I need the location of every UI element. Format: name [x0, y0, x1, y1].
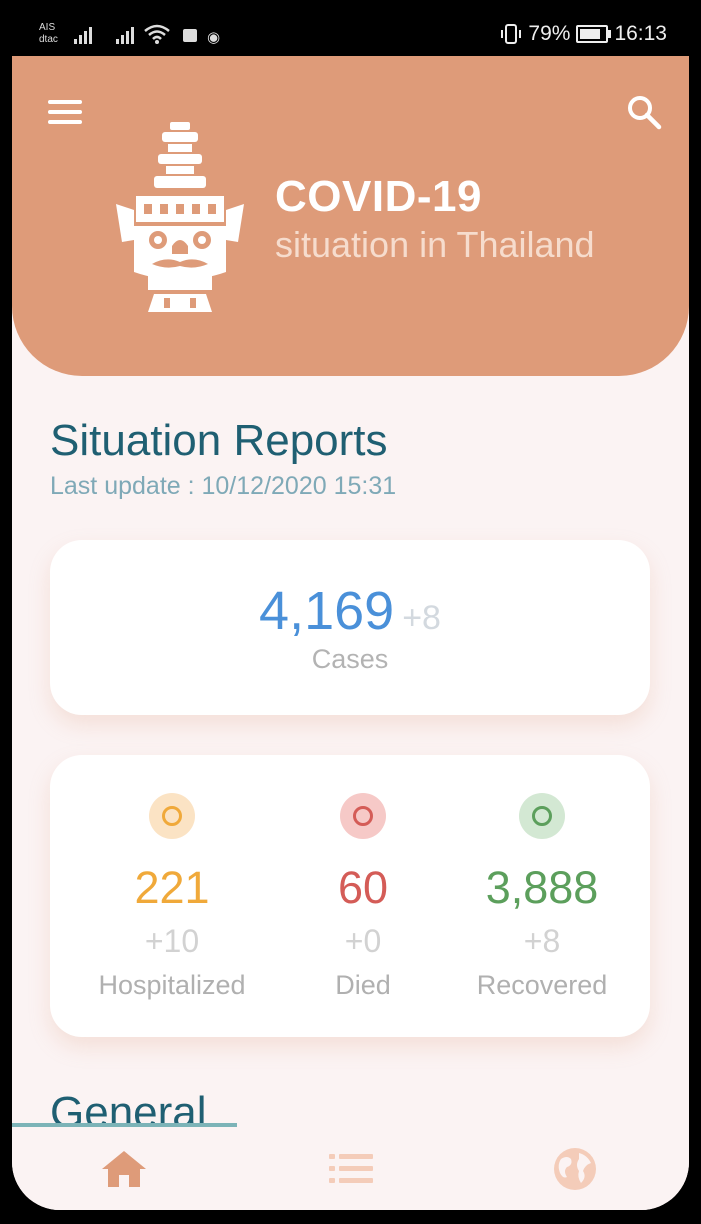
- cases-row: 4,169 +8: [50, 580, 650, 642]
- last-update-text: Last update : 10/12/2020 15:31: [50, 472, 397, 500]
- active-tab-indicator: [12, 1123, 237, 1127]
- section-title-situation-reports: Situation Reports: [50, 416, 388, 465]
- died-value: 60: [337, 862, 389, 913]
- signal-icon-2: [116, 26, 138, 44]
- home-icon: [102, 1151, 146, 1187]
- hospitalized-value: 221: [134, 862, 210, 913]
- stat-died: 60 +0 Died: [263, 755, 463, 1001]
- recovered-delta: +8: [523, 923, 561, 959]
- stat-recovered: 3,888 +8 Recovered: [442, 755, 642, 1001]
- list-icon: [329, 1154, 373, 1183]
- recovered-status-icon: [519, 793, 565, 839]
- clock: 16:13: [614, 22, 667, 45]
- cases-delta: +8: [402, 599, 441, 637]
- globe-icon: [554, 1148, 596, 1190]
- carrier-labels: AIS dtac: [39, 22, 58, 46]
- app-screen: AIS dtac ◉ 79% 16:13 COVID-19 situation …: [12, 0, 689, 1210]
- stat-hospitalized: 221 +10 Hospitalized: [72, 755, 272, 1001]
- giant-guardian-logo-icon: [116, 122, 244, 312]
- battery-percent: 79%: [528, 22, 571, 45]
- nav-global[interactable]: [545, 1144, 605, 1194]
- wifi-icon: [144, 24, 170, 44]
- cases-card: 4,169 +8 Cases: [50, 540, 650, 715]
- carrier-ais: AIS: [39, 22, 56, 33]
- stats-card: 221 +10 Hospitalized 60 +0 Died 3,888 +8…: [50, 755, 650, 1037]
- nav-list[interactable]: [321, 1144, 381, 1194]
- app-subtitle: situation in Thailand: [275, 224, 595, 265]
- vibrate-icon: [501, 24, 522, 44]
- app-header: COVID-19 situation in Thailand: [12, 56, 689, 376]
- signal-icon: [74, 26, 96, 44]
- hospitalized-status-icon: [149, 793, 195, 839]
- recovered-label: Recovered: [476, 970, 608, 1000]
- bottom-nav: [12, 1123, 689, 1210]
- app-title: COVID-19: [275, 172, 482, 221]
- recovered-value: 3,888: [485, 862, 599, 913]
- died-label: Died: [335, 970, 391, 1000]
- menu-icon[interactable]: [48, 100, 82, 124]
- nav-home[interactable]: [94, 1144, 154, 1194]
- died-status-icon: [340, 793, 386, 839]
- cases-label: Cases: [311, 644, 389, 674]
- phone-frame: AIS dtac ◉ 79% 16:13 COVID-19 situation …: [0, 0, 701, 1224]
- app-notification-icon: ◉: [207, 29, 221, 46]
- search-icon[interactable]: [626, 94, 662, 130]
- status-bar: AIS dtac ◉ 79% 16:13: [12, 0, 689, 56]
- status-right: 79% 16:13: [500, 22, 667, 46]
- hospitalized-delta: +10: [144, 923, 200, 959]
- carrier-dtac: dtac: [39, 34, 58, 45]
- battery-icon: [576, 25, 612, 43]
- notification-icon: [183, 29, 197, 42]
- died-delta: +0: [344, 923, 382, 959]
- cases-value: 4,169: [259, 581, 395, 641]
- hospitalized-label: Hospitalized: [98, 970, 246, 1000]
